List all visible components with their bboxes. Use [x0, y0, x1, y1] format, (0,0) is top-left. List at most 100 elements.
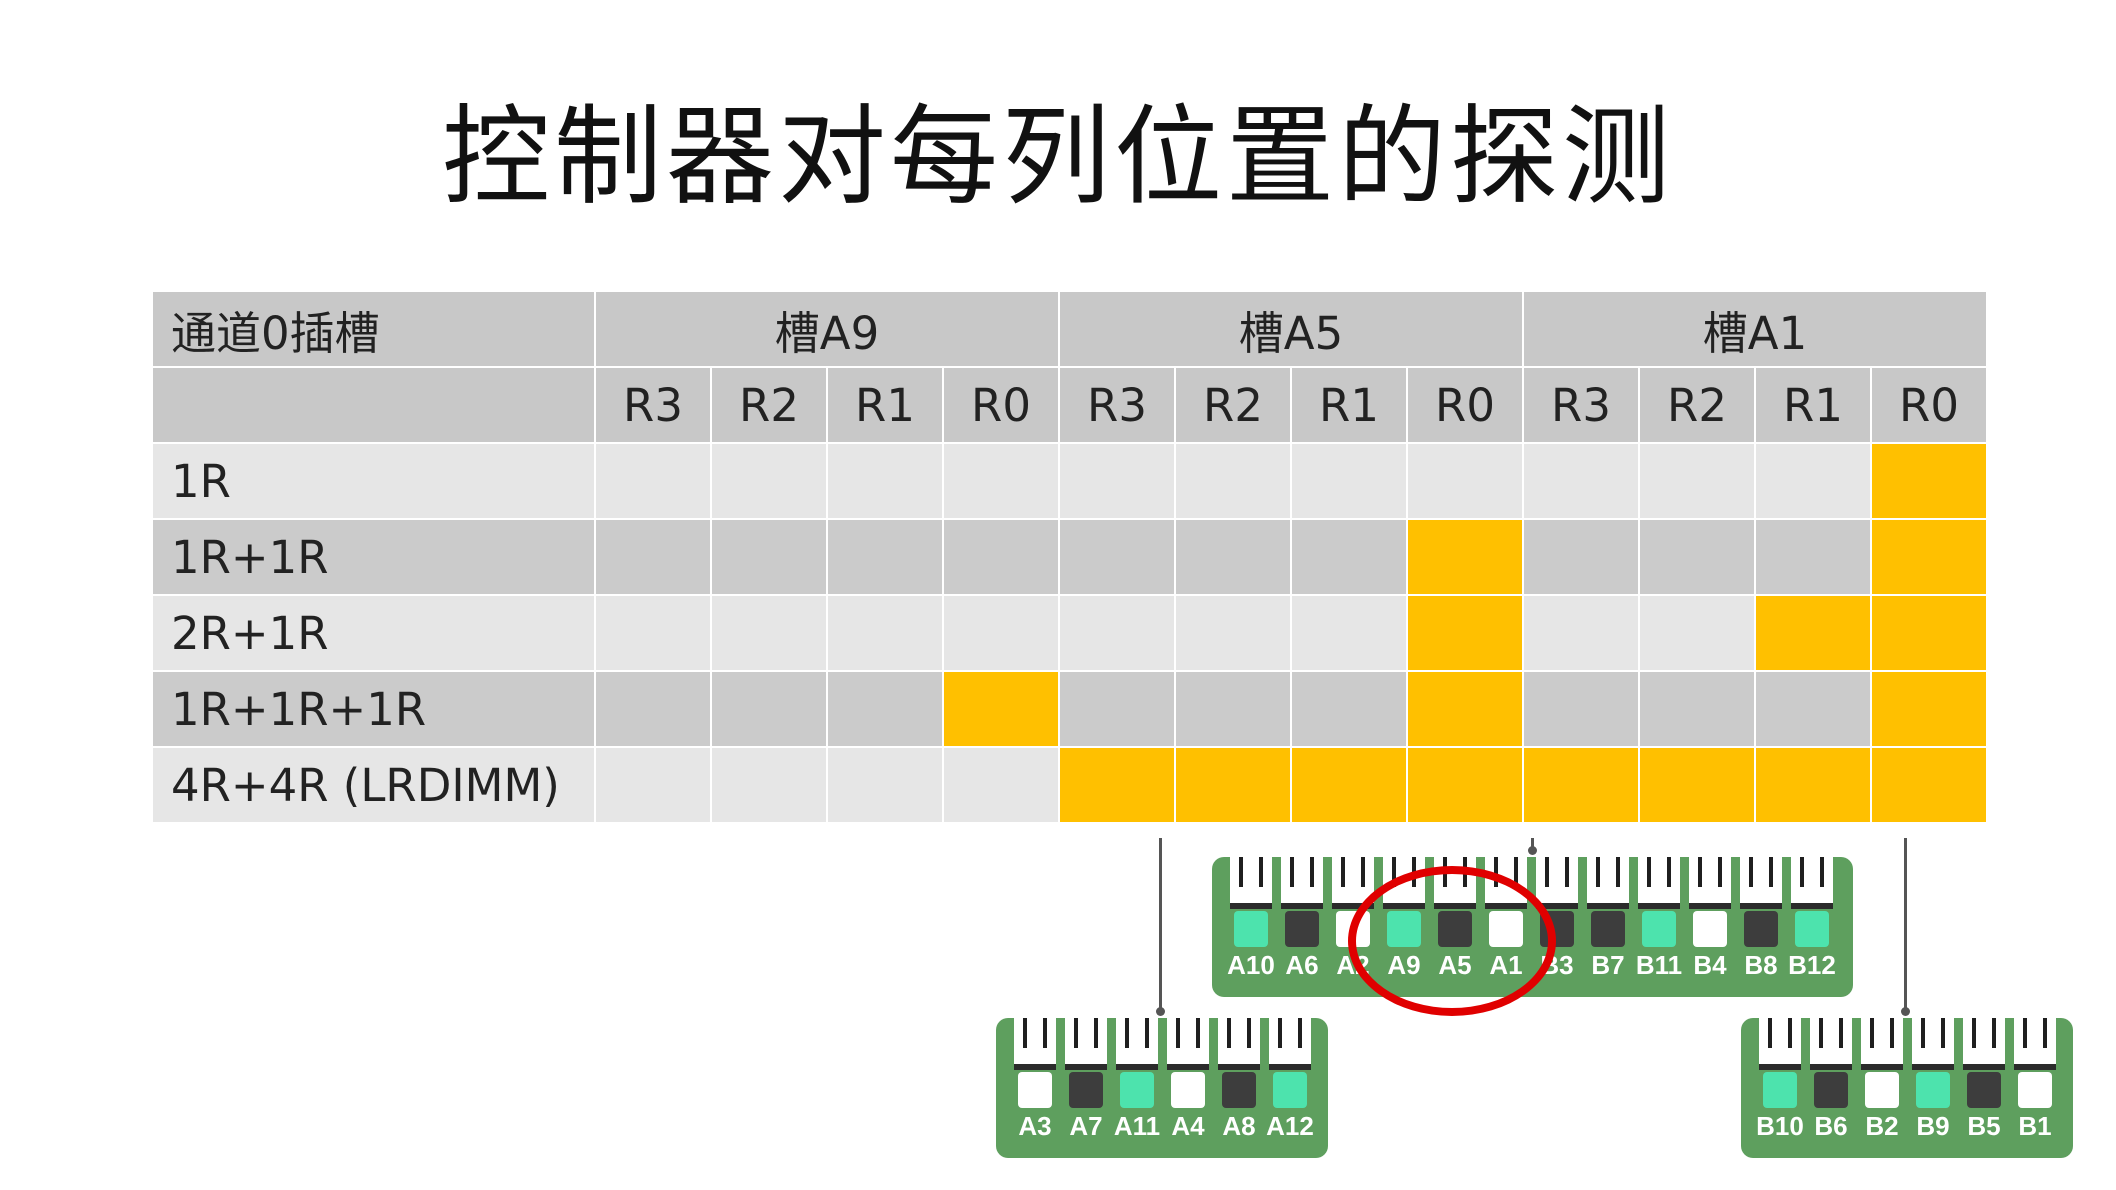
slot-divider — [1810, 1064, 1852, 1070]
rank-header-cell: R0 — [942, 366, 1060, 444]
slot-divider — [1230, 903, 1272, 909]
rank-cell — [1638, 518, 1756, 596]
connector-dot-a9 — [1156, 1007, 1165, 1016]
slot-latch — [1116, 1018, 1158, 1064]
config-label: 1R — [151, 442, 596, 520]
slot-indicator — [1234, 911, 1268, 947]
dimm-slot-a7: A7 — [1065, 1018, 1107, 1148]
rank-cell-active — [1870, 518, 1988, 596]
connector-dot-a5 — [1528, 846, 1537, 855]
slot-indicator — [2018, 1072, 2052, 1108]
slot-indicator — [1642, 911, 1676, 947]
slot-indicator — [1591, 911, 1625, 947]
slot-indicator — [1865, 1072, 1899, 1108]
rank-cell — [1290, 442, 1408, 520]
highlight-circle — [1348, 866, 1556, 1016]
rank-cell-active — [1870, 442, 1988, 520]
rank-header-cell: R2 — [1174, 366, 1292, 444]
slot-indicator — [1744, 911, 1778, 947]
dimm-slot-b8: B8 — [1740, 857, 1782, 987]
rank-cell — [710, 518, 828, 596]
slot-divider — [1014, 1064, 1056, 1070]
slot-divider — [1638, 903, 1680, 909]
slot-latch — [1536, 857, 1578, 903]
rank-cell-active — [1754, 594, 1872, 672]
rank-cell — [826, 442, 944, 520]
rank-cell-active — [1522, 746, 1640, 824]
slot-header-a1: 槽A1 — [1522, 290, 1988, 368]
slot-indicator — [1967, 1072, 2001, 1108]
rank-cell — [1406, 442, 1524, 520]
rank-cell — [1754, 670, 1872, 748]
rank-cell — [826, 594, 944, 672]
slot-latch — [2014, 1018, 2056, 1064]
config-row: 2R+1R — [151, 594, 1988, 672]
rank-cell — [1174, 670, 1292, 748]
dimm-slot-a6: A6 — [1281, 857, 1323, 987]
rank-cell — [1058, 518, 1176, 596]
rank-cell — [1290, 594, 1408, 672]
slot-indicator — [1171, 1072, 1205, 1108]
rank-cell — [942, 518, 1060, 596]
slot-latch — [1759, 1018, 1801, 1064]
slot-indicator — [1120, 1072, 1154, 1108]
slot-latch — [1269, 1018, 1311, 1064]
rank-cell — [1638, 442, 1756, 520]
rank-cell — [1174, 442, 1292, 520]
page-title: 控制器对每列位置的探测 — [441, 95, 1674, 220]
slot-latch — [1281, 857, 1323, 903]
dimm-slot-b5: B5 — [1963, 1018, 2005, 1148]
slot-header-a9: 槽A9 — [594, 290, 1060, 368]
rank-cell-active — [1406, 518, 1524, 596]
dimm-slot-b12: B12 — [1788, 857, 1836, 987]
config-label: 1R+1R+1R — [151, 670, 596, 748]
slot-header-a5: 槽A5 — [1058, 290, 1524, 368]
rank-cell — [710, 670, 828, 748]
dimm-slot-b11: B11 — [1636, 857, 1682, 987]
rank-cell — [1290, 670, 1408, 748]
rank-cell-active — [1406, 746, 1524, 824]
slot-indicator — [1273, 1072, 1307, 1108]
rank-header-cell: R3 — [594, 366, 712, 444]
rank-cell — [1058, 442, 1176, 520]
rank-cell — [594, 746, 712, 824]
rank-cell — [1290, 518, 1408, 596]
slot-divider — [1963, 1064, 2005, 1070]
config-row: 4R+4R (LRDIMM) — [151, 746, 1988, 824]
rank-cell-active — [1870, 594, 1988, 672]
slot-divider — [1281, 903, 1323, 909]
rank-header-cell: R3 — [1522, 366, 1640, 444]
dimm-slot-b1: B1 — [2014, 1018, 2056, 1148]
rank-cell — [594, 442, 712, 520]
slot-latch — [1810, 1018, 1852, 1064]
rank-cell — [1522, 442, 1640, 520]
dimm-slot-a12: A12 — [1266, 1018, 1314, 1148]
slot-indicator — [1693, 911, 1727, 947]
slot-indicator — [1795, 911, 1829, 947]
slot-indicator — [1222, 1072, 1256, 1108]
rank-cell — [1754, 518, 1872, 596]
dimm-slot-b2: B2 — [1861, 1018, 1903, 1148]
dimm-slot-b4: B4 — [1689, 857, 1731, 987]
rank-cell-active — [1058, 746, 1176, 824]
dimm-slot-b6: B6 — [1810, 1018, 1852, 1148]
slot-divider — [1218, 1064, 1260, 1070]
connector-line-a9 — [1159, 838, 1162, 1012]
rank-cell — [594, 670, 712, 748]
slot-indicator — [1814, 1072, 1848, 1108]
slot-latch — [1689, 857, 1731, 903]
config-label: 1R+1R — [151, 518, 596, 596]
rank-cell — [710, 442, 828, 520]
rank-cell — [1638, 594, 1756, 672]
dimm-slot-b9: B9 — [1912, 1018, 1954, 1148]
dimm-slot-a4: A4 — [1167, 1018, 1209, 1148]
slot-indicator — [1018, 1072, 1052, 1108]
rank-cell-active — [1870, 670, 1988, 748]
rank-cell-active — [1638, 746, 1756, 824]
rank-cell — [1058, 670, 1176, 748]
rank-cell — [1522, 518, 1640, 596]
rank-cell — [1638, 670, 1756, 748]
slot-divider — [1167, 1064, 1209, 1070]
slot-latch — [1587, 857, 1629, 903]
slot-latch — [1014, 1018, 1056, 1064]
